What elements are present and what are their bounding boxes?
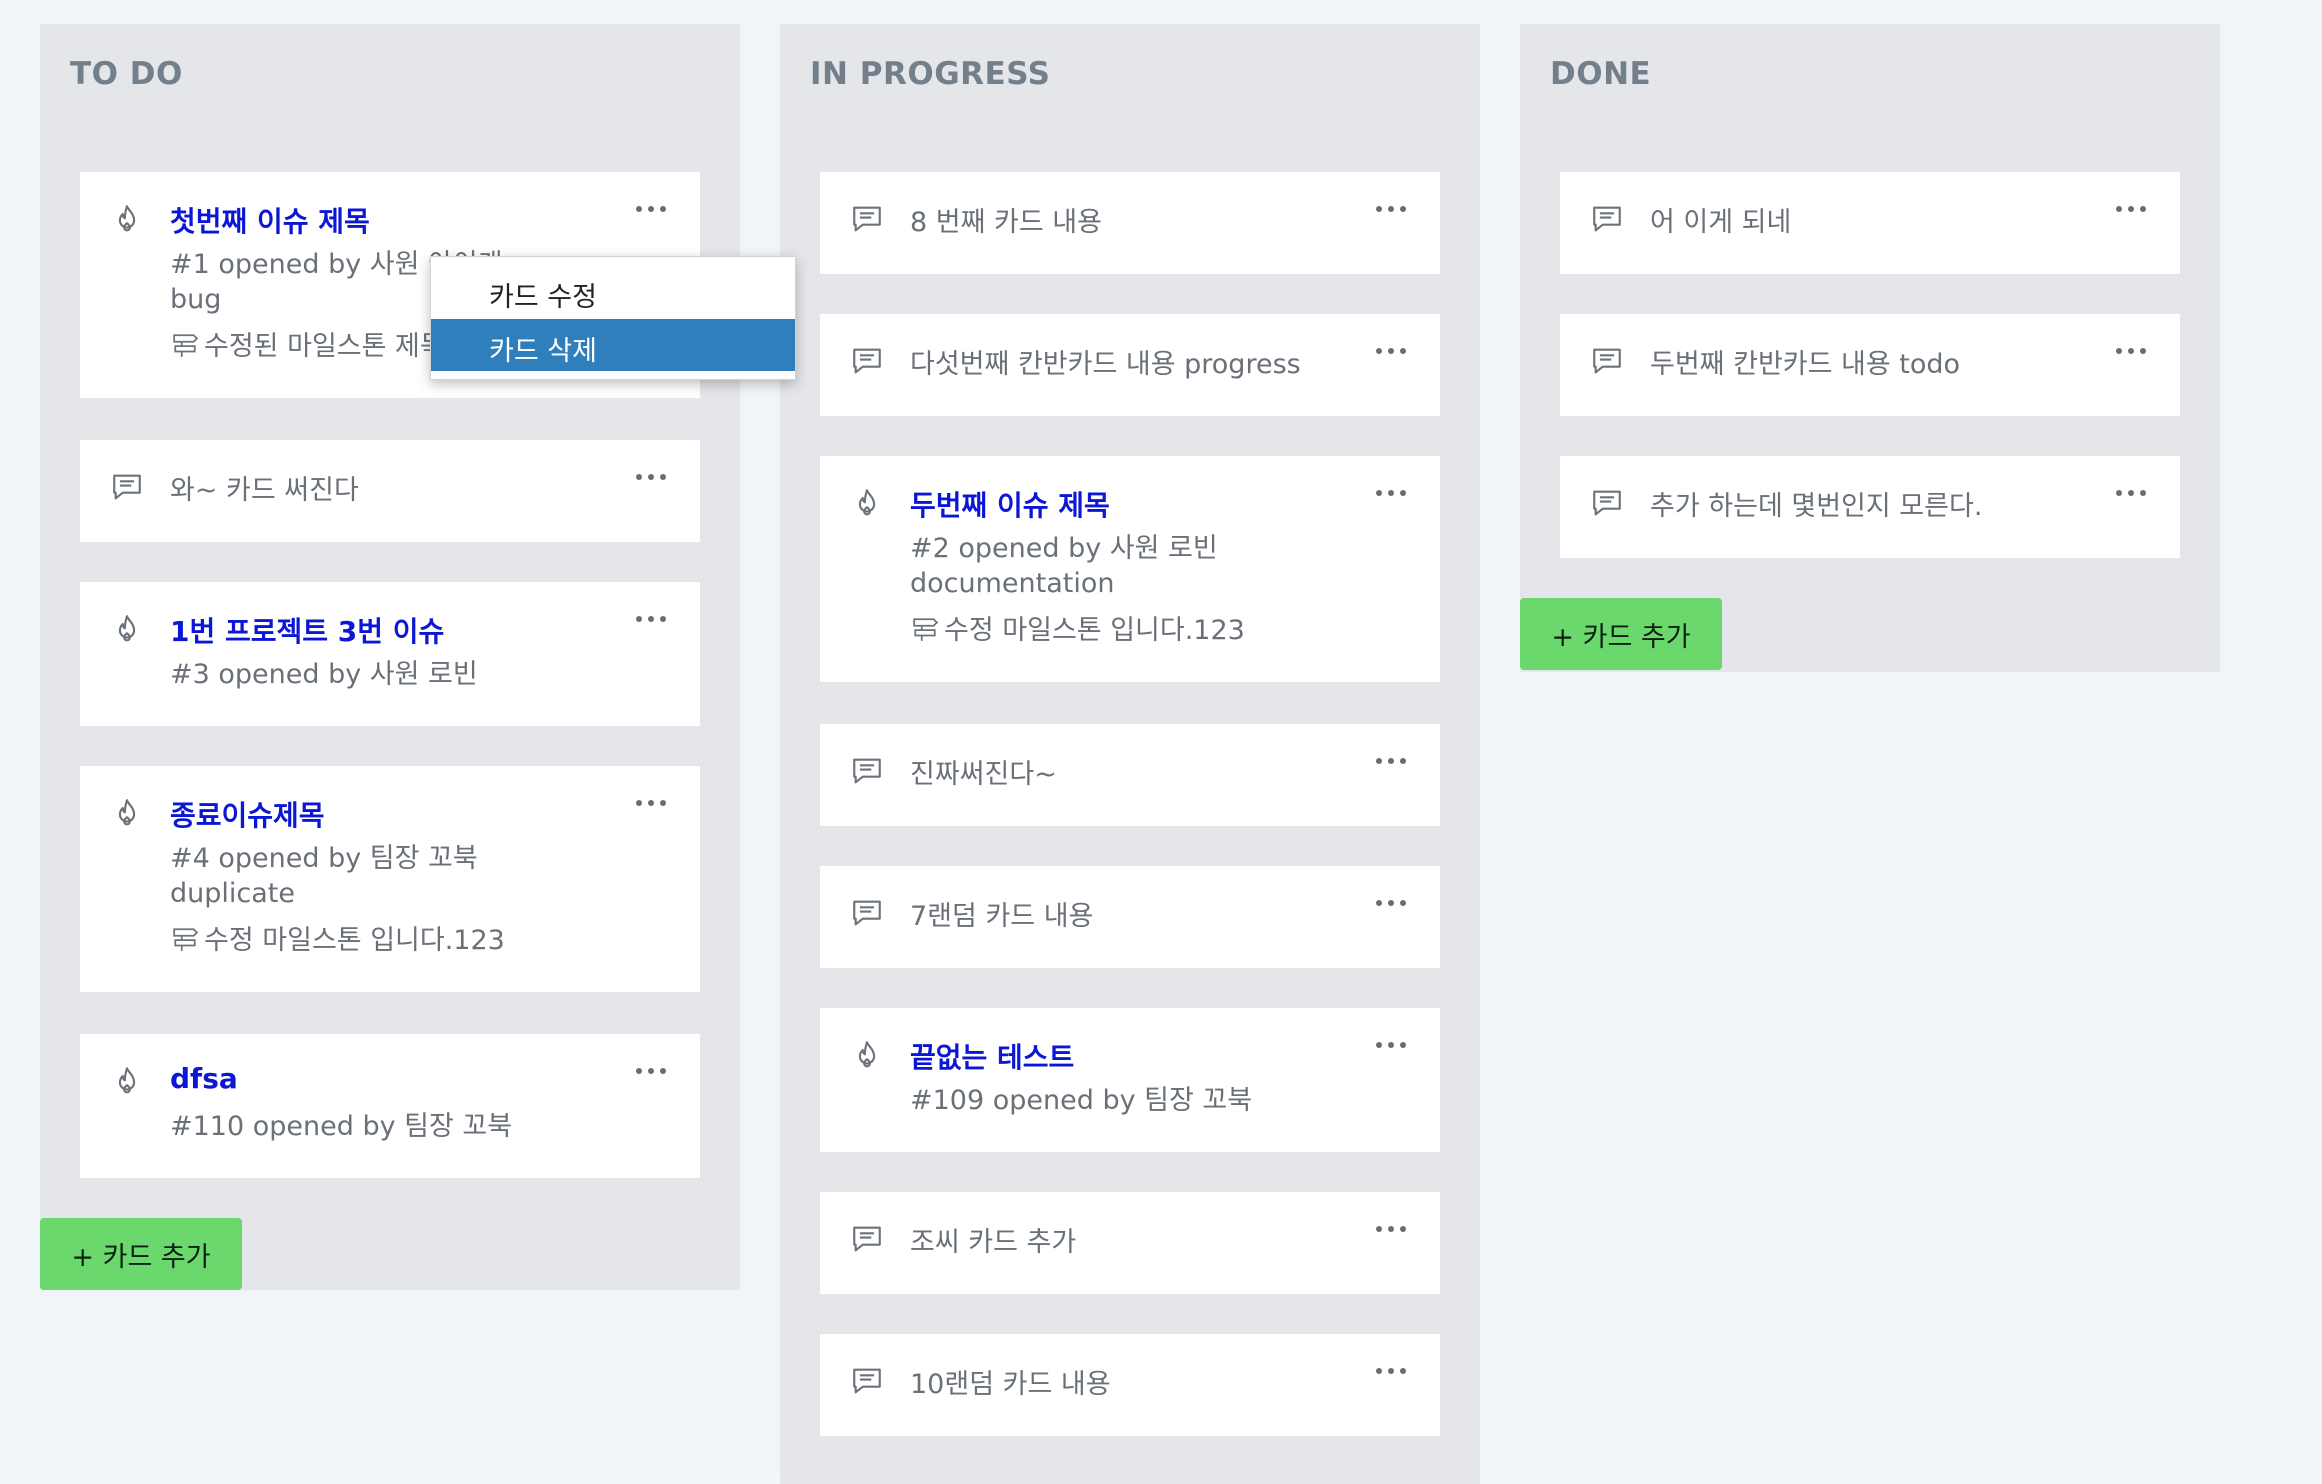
- note-card[interactable]: 8 번째 카드 내용: [820, 172, 1440, 274]
- menu-item-delete-card[interactable]: 카드 삭제: [431, 319, 795, 371]
- issue-meta: #3 opened by 사원 로빈: [170, 659, 478, 690]
- more-dots-icon[interactable]: [1376, 204, 1406, 214]
- note-text: 추가 하는데 몇번인지 모른다.: [1650, 491, 1983, 522]
- comment-icon: [850, 754, 884, 788]
- more-dots-icon[interactable]: [2116, 346, 2146, 356]
- column-in-progress: IN PROGRESS 8 번째 카드 내용 다섯번째 칸반카드 내용 prog…: [780, 24, 1480, 1484]
- more-dots-icon[interactable]: [636, 204, 666, 214]
- note-card[interactable]: 10랜덤 카드 내용: [820, 1334, 1440, 1436]
- more-dots-icon[interactable]: [636, 472, 666, 482]
- more-dots-icon[interactable]: [1376, 898, 1406, 908]
- signpost-icon: [910, 616, 940, 642]
- comment-icon: [850, 1364, 884, 1398]
- note-text: 조씨 카드 추가: [910, 1227, 1077, 1258]
- note-card[interactable]: 와~ 카드 써진다: [80, 440, 700, 542]
- more-dots-icon[interactable]: [1376, 1224, 1406, 1234]
- add-card-button[interactable]: + 카드 추가: [1520, 598, 1722, 670]
- more-dots-icon[interactable]: [2116, 488, 2146, 498]
- comment-icon: [110, 470, 144, 504]
- issue-title-link[interactable]: dfsa: [170, 1062, 238, 1095]
- more-dots-icon[interactable]: [1376, 1040, 1406, 1050]
- more-dots-icon[interactable]: [1376, 756, 1406, 766]
- flame-icon: [110, 796, 144, 830]
- comment-icon: [850, 1222, 884, 1256]
- issue-milestone: 수정 마일스톤 입니다.123: [910, 608, 1245, 647]
- issue-meta: #4 opened by 팀장 꼬북: [170, 843, 478, 874]
- issue-card[interactable]: 두번째 이슈 제목 #2 opened by 사원 로빈 documentati…: [820, 456, 1440, 682]
- issue-label: documentation: [910, 568, 1115, 599]
- note-text: 8 번째 카드 내용: [910, 207, 1102, 238]
- issue-card[interactable]: 1번 프로젝트 3번 이슈 #3 opened by 사원 로빈: [80, 582, 700, 726]
- comment-icon: [1590, 344, 1624, 378]
- issue-card[interactable]: 종료이슈제목 #4 opened by 팀장 꼬북 duplicate 수정 마…: [80, 766, 700, 992]
- comment-icon: [850, 896, 884, 930]
- flame-icon: [850, 486, 884, 520]
- issue-title-link[interactable]: 두번째 이슈 제목: [910, 484, 1110, 524]
- issue-meta: #109 opened by 팀장 꼬북: [910, 1085, 1253, 1116]
- issue-milestone: 수정 마일스톤 입니다.123: [170, 918, 505, 957]
- note-text: 진짜써진다~: [910, 759, 1057, 790]
- issue-title-link[interactable]: 종료이슈제목: [170, 794, 325, 834]
- issue-milestone: 수정된 마일스톤 제목: [170, 324, 445, 363]
- issue-meta: #110 opened by 팀장 꼬북: [170, 1111, 513, 1142]
- more-dots-icon[interactable]: [1376, 346, 1406, 356]
- issue-label: bug: [170, 284, 222, 315]
- note-card[interactable]: 추가 하는데 몇번인지 모른다.: [1560, 456, 2180, 558]
- note-card[interactable]: 7랜덤 카드 내용: [820, 866, 1440, 968]
- comment-icon: [850, 202, 884, 236]
- more-dots-icon[interactable]: [1376, 488, 1406, 498]
- note-card[interactable]: 다섯번째 칸반카드 내용 progress: [820, 314, 1440, 416]
- column-todo: TO DO 첫번째 이슈 제목 #1 opened by 사원 아이캐 bug …: [40, 24, 740, 1290]
- note-text: 어 이게 되네: [1650, 207, 1792, 238]
- flame-icon: [110, 202, 144, 236]
- note-text: 다섯번째 칸반카드 내용 progress: [910, 349, 1301, 380]
- note-text: 두번째 칸반카드 내용 todo: [1650, 349, 1961, 380]
- issue-title-link[interactable]: 첫번째 이슈 제목: [170, 200, 370, 240]
- issue-card[interactable]: dfsa #110 opened by 팀장 꼬북: [80, 1034, 700, 1178]
- menu-item-edit-card[interactable]: 카드 수정: [431, 265, 795, 317]
- note-text: 와~ 카드 써진다: [170, 475, 359, 506]
- column-title: DONE: [1550, 56, 1652, 92]
- issue-title-link[interactable]: 끝없는 테스트: [910, 1036, 1074, 1076]
- issue-title-link[interactable]: 1번 프로젝트 3번 이슈: [170, 610, 444, 650]
- note-card[interactable]: 두번째 칸반카드 내용 todo: [1560, 314, 2180, 416]
- note-card[interactable]: 어 이게 되네: [1560, 172, 2180, 274]
- comment-icon: [1590, 486, 1624, 520]
- more-dots-icon[interactable]: [1376, 1366, 1406, 1376]
- comment-icon: [850, 344, 884, 378]
- column-title: IN PROGRESS: [810, 56, 1051, 92]
- note-text: 10랜덤 카드 내용: [910, 1369, 1111, 1400]
- column-title: TO DO: [70, 56, 183, 92]
- issue-meta: #2 opened by 사원 로빈: [910, 533, 1218, 564]
- note-card[interactable]: 조씨 카드 추가: [820, 1192, 1440, 1294]
- signpost-icon: [170, 926, 200, 952]
- column-done: DONE 어 이게 되네 두번째 칸반카드 내용 todo 추가 하는데 몇번인…: [1520, 24, 2220, 672]
- flame-icon: [110, 1064, 144, 1098]
- more-dots-icon[interactable]: [2116, 204, 2146, 214]
- more-dots-icon[interactable]: [636, 614, 666, 624]
- flame-icon: [850, 1038, 884, 1072]
- signpost-icon: [170, 332, 200, 358]
- note-card[interactable]: 진짜써진다~: [820, 724, 1440, 826]
- issue-card[interactable]: 끝없는 테스트 #109 opened by 팀장 꼬북: [820, 1008, 1440, 1152]
- issue-label: duplicate: [170, 878, 295, 909]
- comment-icon: [1590, 202, 1624, 236]
- flame-icon: [110, 612, 144, 646]
- more-dots-icon[interactable]: [636, 798, 666, 808]
- note-text: 7랜덤 카드 내용: [910, 901, 1094, 932]
- card-context-menu: 카드 수정 카드 삭제: [430, 256, 796, 380]
- more-dots-icon[interactable]: [636, 1066, 666, 1076]
- add-card-button[interactable]: + 카드 추가: [40, 1218, 242, 1290]
